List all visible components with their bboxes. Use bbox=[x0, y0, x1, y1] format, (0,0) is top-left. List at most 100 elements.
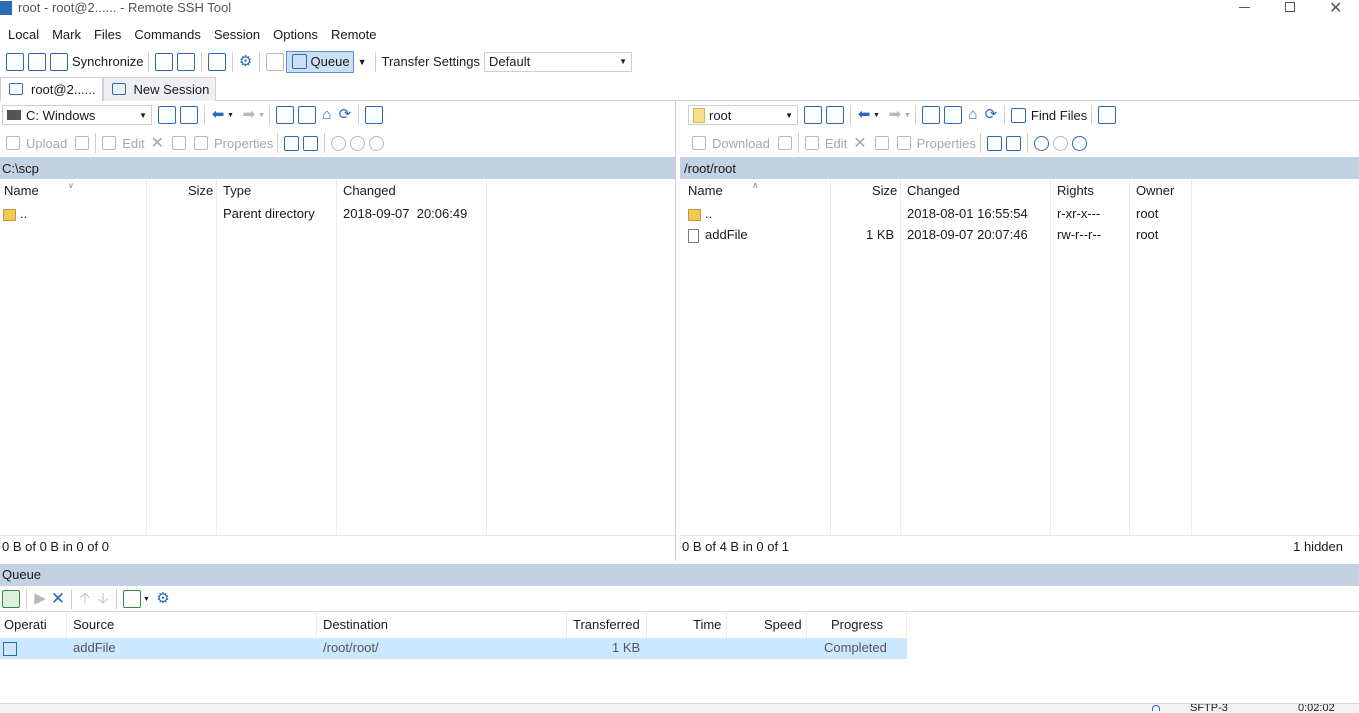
column-header-changed[interactable]: Changed bbox=[907, 182, 960, 200]
menu-commands[interactable]: Commands bbox=[134, 27, 200, 42]
close-icon[interactable]: ✕ bbox=[1329, 0, 1342, 18]
select-minus-icon bbox=[1052, 135, 1068, 151]
filter-icon[interactable] bbox=[180, 106, 198, 124]
queue-label: Queue bbox=[310, 54, 350, 69]
download-icon bbox=[692, 136, 706, 150]
synchronize-button[interactable]: Synchronize bbox=[48, 52, 144, 71]
cancel-icon[interactable]: ✕ bbox=[49, 590, 67, 608]
remote-file-list[interactable]: Name ∧ Size Changed Rights Owner .. 2018… bbox=[680, 179, 1359, 535]
root-directory-icon[interactable] bbox=[297, 106, 316, 124]
new-file-icon[interactable] bbox=[303, 135, 319, 151]
filter-select-icon[interactable] bbox=[1071, 135, 1087, 151]
queue-options-dropdown-icon[interactable]: ▼ bbox=[143, 596, 150, 603]
column-header-size[interactable]: Size bbox=[188, 182, 213, 200]
queue-execute-icon[interactable] bbox=[2, 590, 20, 608]
edit-label: Edit bbox=[122, 135, 145, 151]
local-drive-select[interactable]: C: Windows ▼ bbox=[2, 105, 152, 125]
column-header-progress[interactable]: Progress bbox=[831, 616, 883, 634]
remote-path-bar: /root/root bbox=[680, 157, 1359, 179]
maximize-icon[interactable] bbox=[1285, 2, 1295, 12]
edit-button: Edit bbox=[100, 135, 145, 151]
folder-icon bbox=[693, 107, 705, 123]
new-file-icon[interactable] bbox=[1005, 135, 1021, 151]
properties-icon bbox=[896, 136, 911, 150]
queue-title: Queue bbox=[2, 567, 42, 582]
tree-view-icon[interactable] bbox=[364, 106, 383, 124]
terminal-icon[interactable] bbox=[176, 52, 195, 71]
column-header-speed[interactable]: Speed bbox=[764, 616, 802, 634]
back-dropdown-icon[interactable]: ▼ bbox=[227, 112, 234, 119]
open-directory-icon[interactable] bbox=[158, 106, 176, 124]
back-icon[interactable]: ⬅ bbox=[209, 106, 227, 124]
local-file-list[interactable]: Name ∨ Size Type Changed .. Parent direc… bbox=[0, 179, 675, 535]
row-rights: r-xr-x--- bbox=[1057, 206, 1101, 221]
menu-files[interactable]: Files bbox=[94, 27, 121, 42]
refresh-session-icon[interactable] bbox=[207, 52, 226, 71]
home-icon[interactable]: ⌂ bbox=[318, 106, 336, 124]
column-header-operation[interactable]: Operati bbox=[4, 616, 47, 634]
refresh-icon[interactable]: ⟳ bbox=[336, 106, 354, 124]
column-header-type[interactable]: Type bbox=[223, 182, 251, 200]
toolbar-separator bbox=[200, 51, 202, 72]
column-header-changed[interactable]: Changed bbox=[343, 182, 396, 200]
queue-button[interactable]: Queue bbox=[285, 50, 354, 73]
menu-options[interactable]: Options bbox=[273, 27, 318, 42]
tab-session[interactable]: root@2...... bbox=[0, 76, 103, 101]
toolbar-separator bbox=[116, 589, 117, 609]
filter-icon[interactable] bbox=[826, 106, 844, 124]
open-directory-icon[interactable] bbox=[804, 106, 822, 124]
preferences-gear-icon[interactable]: ⚙ bbox=[237, 53, 255, 71]
compare-icon[interactable] bbox=[6, 52, 24, 71]
column-header-destination[interactable]: Destination bbox=[323, 616, 388, 634]
queue-dropdown-icon[interactable]: ▼ bbox=[358, 57, 367, 67]
back-dropdown-icon[interactable]: ▼ bbox=[873, 112, 880, 119]
transfer-settings-value: Default bbox=[489, 54, 531, 69]
edit-label: Edit bbox=[824, 135, 848, 151]
column-header-transferred[interactable]: Transferred bbox=[573, 616, 640, 634]
column-header-name[interactable]: Name bbox=[4, 182, 39, 200]
refresh-icon[interactable]: ⟳ bbox=[982, 106, 1000, 124]
home-icon[interactable]: ⌂ bbox=[964, 106, 982, 124]
column-header-name[interactable]: Name bbox=[688, 182, 723, 200]
menu-remote[interactable]: Remote bbox=[331, 27, 377, 42]
filter-select-icon bbox=[369, 135, 385, 151]
console-icon[interactable] bbox=[154, 52, 173, 71]
column-divider bbox=[1191, 179, 1192, 535]
toolbar-separator bbox=[71, 589, 72, 609]
remote-dir-select[interactable]: root ▼ bbox=[688, 105, 798, 125]
column-header-time[interactable]: Time bbox=[693, 616, 721, 634]
back-icon[interactable]: ⬅ bbox=[855, 106, 873, 124]
new-folder-icon[interactable] bbox=[284, 135, 300, 151]
hidden-count[interactable]: 1 hidden bbox=[1293, 536, 1343, 558]
delete-icon: ✕ bbox=[853, 135, 867, 152]
column-header-rights[interactable]: Rights bbox=[1057, 182, 1094, 200]
find-files-button[interactable]: Find Files bbox=[1009, 107, 1087, 123]
column-header-source[interactable]: Source bbox=[73, 616, 114, 634]
column-header-owner[interactable]: Owner bbox=[1136, 182, 1174, 200]
menu-session[interactable]: Session bbox=[214, 27, 260, 42]
tree-view-icon[interactable] bbox=[1098, 106, 1117, 124]
column-header-size[interactable]: Size bbox=[872, 182, 897, 200]
sync-browse-icon[interactable] bbox=[28, 52, 46, 71]
transfer-settings-select[interactable]: Default ▼ bbox=[484, 51, 633, 72]
upload-button: Upload bbox=[4, 136, 67, 151]
parent-directory-icon[interactable] bbox=[921, 106, 940, 124]
menu-mark[interactable]: Mark bbox=[52, 27, 81, 42]
synchronize-label: Synchronize bbox=[72, 54, 144, 69]
queue-settings-gear-icon[interactable]: ⚙ bbox=[154, 590, 172, 608]
toolbar-separator bbox=[357, 105, 359, 125]
select-plus-icon[interactable] bbox=[1033, 135, 1049, 151]
parent-directory-icon[interactable] bbox=[275, 106, 294, 124]
minimize-icon[interactable] bbox=[1239, 7, 1250, 8]
upload-icon bbox=[3, 641, 17, 656]
root-directory-icon[interactable] bbox=[943, 106, 962, 124]
queue-list[interactable]: Operati Source Destination Transferred T… bbox=[0, 613, 1359, 703]
tab-new-session[interactable]: New Session bbox=[102, 76, 217, 101]
queue-toolbar: ▶ ✕ 🡡 🡣 ▼ ⚙ bbox=[0, 587, 1359, 612]
new-folder-icon[interactable] bbox=[986, 135, 1002, 151]
queue-options-icon[interactable] bbox=[123, 590, 141, 608]
table-row[interactable]: addFile /root/root/ 1 KB Completed bbox=[0, 638, 907, 659]
menu-local[interactable]: Local bbox=[8, 27, 39, 42]
column-divider bbox=[830, 179, 831, 535]
toolbar-separator bbox=[850, 105, 851, 125]
